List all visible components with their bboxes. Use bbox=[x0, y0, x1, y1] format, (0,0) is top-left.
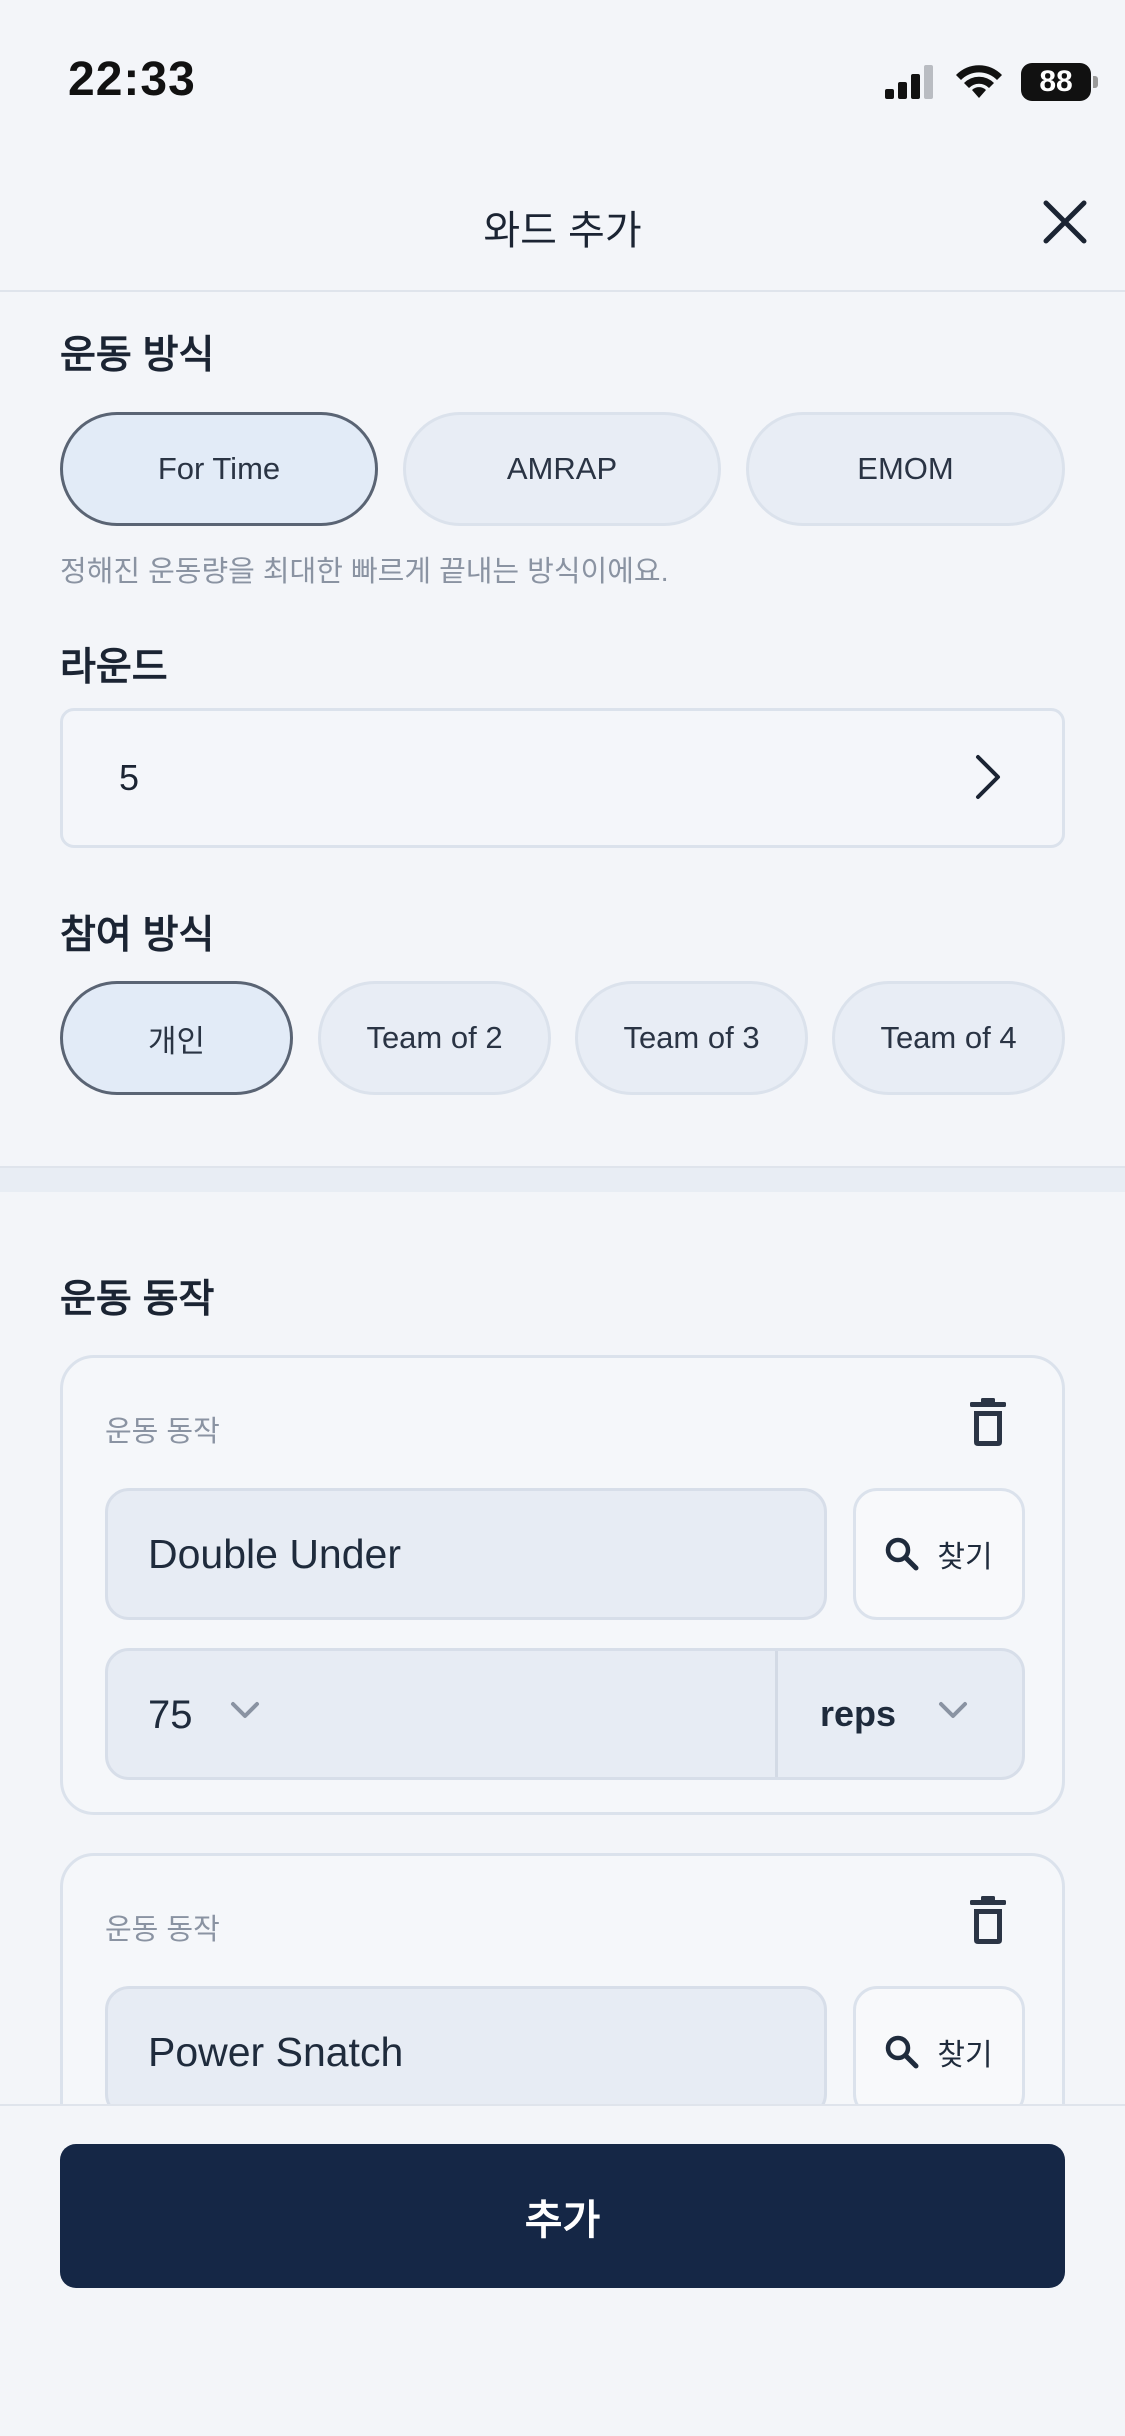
quantity-select[interactable]: 75 bbox=[108, 1651, 778, 1777]
find-button-label: 찾기 bbox=[937, 2039, 993, 2072]
rounds-selector[interactable]: 5 bbox=[60, 708, 1065, 848]
cellular-signal-icon bbox=[885, 65, 933, 99]
battery-indicator: 88 bbox=[1021, 63, 1098, 101]
movement-name-input[interactable]: Double Under bbox=[105, 1488, 827, 1620]
workout-type-option-emom[interactable]: EMOM bbox=[746, 412, 1065, 526]
close-button[interactable] bbox=[1033, 190, 1097, 254]
movement-card-label: 운동 동작 bbox=[105, 1416, 220, 1448]
page-title: 와드 추가 bbox=[483, 209, 642, 253]
workout-type-hint: 정해진 운동량을 최대한 빠르게 끝내는 방식이에요. bbox=[60, 556, 669, 588]
movements-title: 운동 동작 bbox=[60, 1278, 215, 1321]
find-button-label: 찾기 bbox=[937, 1541, 993, 1574]
participation-option-individual[interactable]: 개인 bbox=[60, 981, 293, 1095]
trash-icon bbox=[970, 1896, 1006, 1944]
find-movement-button[interactable]: 찾기 bbox=[853, 1986, 1025, 2118]
rounds-title: 라운드 bbox=[60, 646, 168, 689]
chevron-down-icon bbox=[939, 1702, 967, 1718]
participation-option-team-of-3[interactable]: Team of 3 bbox=[575, 981, 808, 1095]
status-bar: 22:33 88 bbox=[0, 0, 1125, 160]
search-icon bbox=[886, 2035, 919, 2069]
close-icon bbox=[1043, 200, 1087, 244]
section-divider bbox=[0, 1166, 1125, 1192]
movement-card-label: 운동 동작 bbox=[105, 1914, 220, 1946]
rounds-value: 5 bbox=[119, 757, 140, 798]
workout-type-title: 운동 방식 bbox=[60, 334, 215, 377]
participation-option-team-of-2[interactable]: Team of 2 bbox=[318, 981, 551, 1095]
bottom-action-bar: 추가 bbox=[0, 2104, 1125, 2436]
delete-movement-button[interactable] bbox=[968, 1398, 1008, 1453]
chevron-down-icon bbox=[231, 1702, 259, 1718]
quantity-row: 75 reps bbox=[105, 1648, 1025, 1780]
participation-option-team-of-4[interactable]: Team of 4 bbox=[832, 981, 1065, 1095]
quantity-value: 75 bbox=[148, 1693, 193, 1737]
search-icon bbox=[886, 1537, 919, 1571]
trash-icon bbox=[970, 1398, 1006, 1446]
chevron-right-icon bbox=[976, 755, 1000, 799]
modal-header: 와드 추가 bbox=[0, 160, 1125, 292]
status-time: 22:33 bbox=[68, 53, 196, 106]
find-movement-button[interactable]: 찾기 bbox=[853, 1488, 1025, 1620]
participation-title: 참여 방식 bbox=[60, 914, 215, 957]
workout-type-option-amrap[interactable]: AMRAP bbox=[403, 412, 721, 526]
add-wod-button[interactable]: 추가 bbox=[60, 2144, 1065, 2288]
delete-movement-button[interactable] bbox=[968, 1896, 1008, 1951]
unit-value: reps bbox=[820, 1693, 897, 1734]
wifi-icon bbox=[956, 65, 1002, 98]
movement-name-input[interactable]: Power Snatch bbox=[105, 1986, 827, 2118]
status-icons: 88 bbox=[885, 60, 1098, 104]
movement-card: 운동 동작 Double Under 찾기 75 reps bbox=[60, 1355, 1065, 1815]
workout-type-option-for-time[interactable]: For Time bbox=[60, 412, 378, 526]
